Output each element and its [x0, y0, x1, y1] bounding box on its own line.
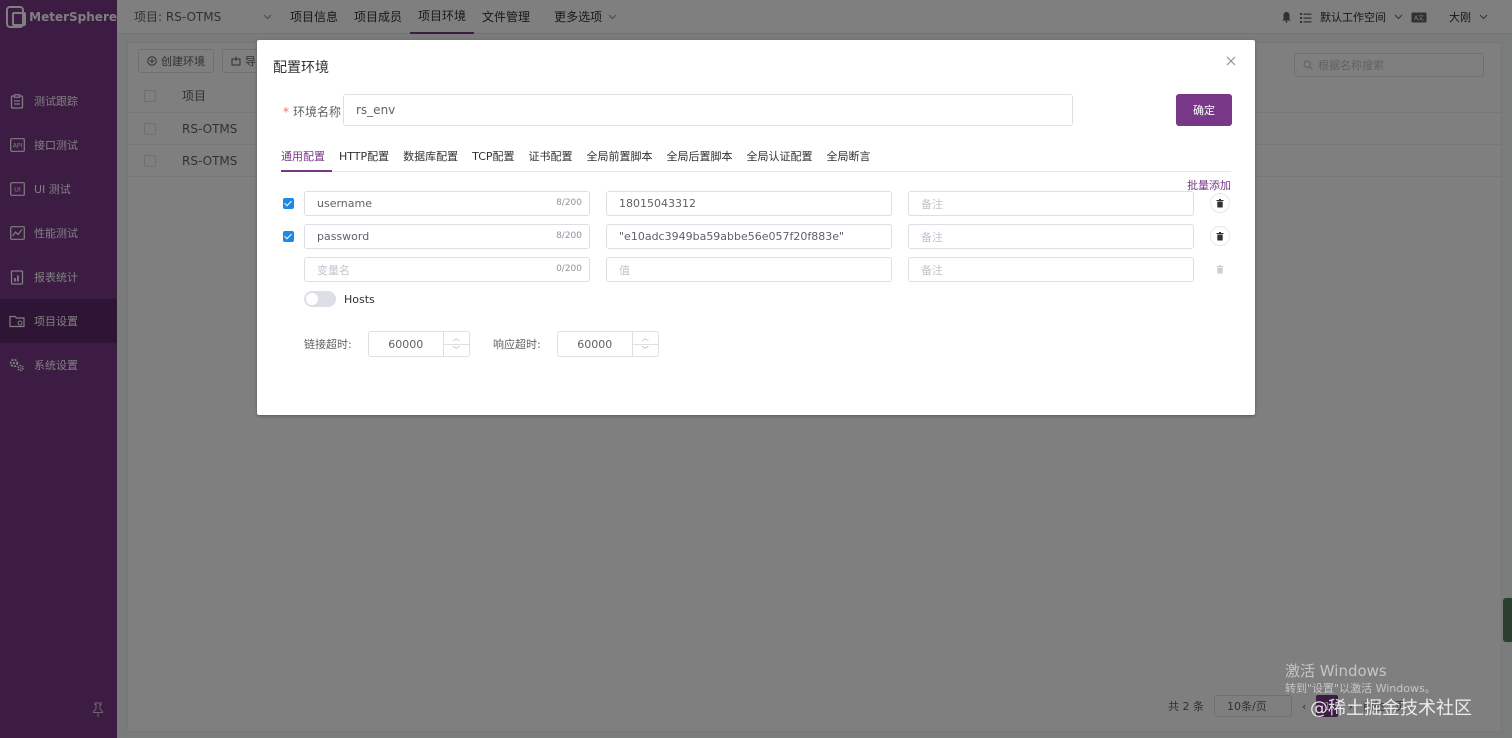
hosts-switch[interactable]	[304, 291, 336, 307]
variable-note-input[interactable]: 备注	[908, 257, 1194, 282]
side-widget[interactable]	[1503, 598, 1512, 642]
tab-global-pre-script[interactable]: 全局前置脚本	[580, 148, 660, 172]
tab-general-config[interactable]: 通用配置	[281, 148, 332, 172]
variable-value-input[interactable]: 值	[606, 257, 892, 282]
char-counter: 0/200	[556, 264, 582, 274]
response-timeout-input[interactable]: 60000 ︿ ﹀	[556, 331, 659, 357]
tab-http-config[interactable]: HTTP配置	[332, 148, 396, 172]
tab-tcp-config[interactable]: TCP配置	[465, 148, 521, 172]
env-name-label-text: 环境名称	[293, 105, 342, 119]
watermark-line1: 激活 Windows	[1285, 662, 1387, 680]
trash-icon	[1216, 264, 1224, 273]
stepper: ︿ ﹀	[631, 332, 658, 357]
env-name-input[interactable]: rs_env	[343, 94, 1073, 126]
tab-certificate-config[interactable]: 证书配置	[522, 148, 580, 172]
connect-timeout-value: 60000	[388, 337, 424, 351]
variable-row: username 8/200 18015043312 备注	[283, 191, 1233, 217]
tab-database-config[interactable]: 数据库配置	[396, 148, 465, 172]
windows-activation-watermark: 激活 Windows 转到"设置"以激活 Windows。	[1285, 662, 1436, 698]
trash-icon	[1216, 198, 1224, 207]
variable-value-input[interactable]: "e10adc3949ba59abbe56e057f20f883e"	[606, 224, 892, 249]
hosts-label: Hosts	[344, 292, 375, 306]
hosts-toggle-row: Hosts	[304, 291, 375, 307]
connect-timeout-input[interactable]: 60000 ︿ ﹀	[367, 331, 470, 357]
variable-name-placeholder: 变量名	[317, 263, 350, 277]
variable-row: password 8/200 "e10adc3949ba59abbe56e057…	[283, 224, 1233, 250]
variable-enabled-checkbox[interactable]	[283, 198, 294, 209]
env-name-label: * 环境名称	[283, 103, 341, 120]
variable-enabled-checkbox[interactable]	[283, 231, 294, 242]
variable-name-input[interactable]: password 8/200	[304, 224, 590, 249]
connect-timeout-label: 链接超时:	[304, 338, 352, 351]
delete-variable-button[interactable]	[1210, 193, 1230, 213]
dialog-title: 配置环境	[273, 60, 329, 76]
variable-row: 变量名 0/200 值 备注	[283, 257, 1233, 283]
connect-timeout-row: 链接超时: 60000 ︿ ﹀	[304, 331, 470, 357]
variable-name-input[interactable]: username 8/200	[304, 191, 590, 216]
variable-name-value: username	[317, 197, 372, 210]
decrease-icon[interactable]: ﹀	[633, 345, 658, 357]
community-watermark: @稀土掘金技术社区	[1310, 698, 1472, 719]
increase-icon[interactable]: ︿	[443, 332, 469, 345]
trash-icon	[1216, 231, 1224, 240]
configure-environment-dialog: 配置环境 * 环境名称 rs_env 确定 通用配置 HTTP配置 数据库配置 T…	[257, 40, 1255, 415]
variable-name-value: password	[317, 230, 370, 243]
tab-global-auth-config[interactable]: 全局认证配置	[740, 148, 820, 172]
variable-name-input[interactable]: 变量名 0/200	[304, 257, 590, 282]
increase-icon[interactable]: ︿	[632, 332, 658, 345]
config-tabs: 通用配置 HTTP配置 数据库配置 TCP配置 证书配置 全局前置脚本 全局后置…	[281, 148, 1231, 172]
required-mark: *	[283, 105, 289, 119]
variable-note-input[interactable]: 备注	[908, 224, 1194, 249]
delete-variable-button[interactable]	[1210, 226, 1230, 246]
close-icon[interactable]	[1224, 54, 1238, 68]
stepper: ︿ ﹀	[442, 332, 469, 357]
decrease-icon[interactable]: ﹀	[444, 345, 469, 357]
response-timeout-value: 60000	[577, 337, 613, 351]
delete-variable-button[interactable]	[1210, 259, 1230, 279]
confirm-button[interactable]: 确定	[1176, 94, 1232, 126]
variable-note-input[interactable]: 备注	[908, 191, 1194, 216]
tab-global-assertion[interactable]: 全局断言	[820, 148, 878, 172]
variable-value-input[interactable]: 18015043312	[606, 191, 892, 216]
response-timeout-row: 响应超时: 60000 ︿ ﹀	[493, 331, 659, 357]
char-counter: 8/200	[556, 198, 582, 208]
response-timeout-label: 响应超时:	[493, 338, 541, 351]
char-counter: 8/200	[556, 231, 582, 241]
tab-global-post-script[interactable]: 全局后置脚本	[660, 148, 740, 172]
